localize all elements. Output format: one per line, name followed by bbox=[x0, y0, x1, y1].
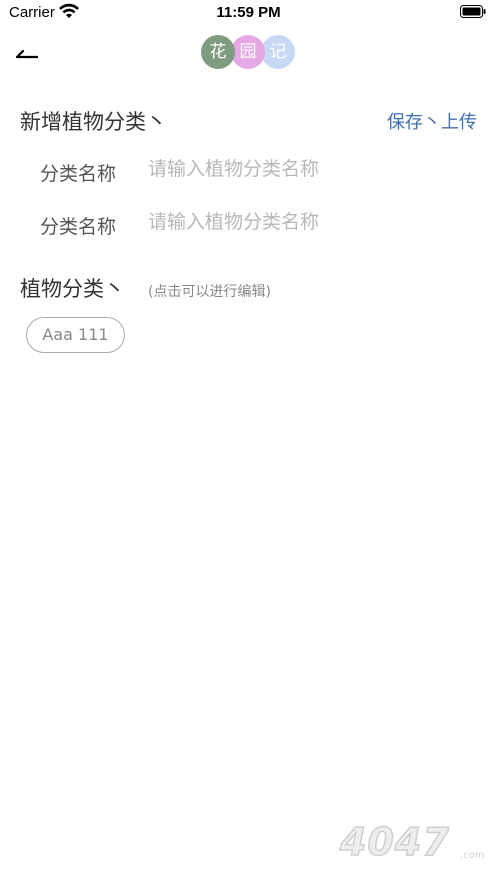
nav-bar: 记 园 花 bbox=[0, 30, 497, 76]
watermark-suffix: .com bbox=[460, 850, 485, 861]
edit-hint: (点击可以进行编辑) bbox=[148, 284, 271, 300]
battery-icon bbox=[460, 5, 486, 18]
watermark-text: 4047 bbox=[339, 819, 450, 865]
category-name-input[interactable] bbox=[148, 211, 448, 233]
category-name-input[interactable] bbox=[148, 158, 448, 180]
category-name-label: 分类名称 bbox=[40, 163, 117, 185]
logo-char: 园 bbox=[231, 35, 265, 69]
back-arrow-icon[interactable] bbox=[12, 38, 44, 66]
category-chip[interactable]: Aaa 111 bbox=[26, 317, 125, 353]
save-upload-button[interactable]: 保存丶上传 bbox=[387, 108, 477, 134]
new-category-title: 新增植物分类丶 bbox=[20, 110, 167, 134]
category-name-label: 分类名称 bbox=[40, 216, 117, 238]
logo-char: 花 bbox=[201, 35, 235, 69]
app-logo: 记 园 花 bbox=[201, 35, 297, 71]
status-bar: Carrier 11:59 PM bbox=[0, 0, 497, 26]
logo-char: 记 bbox=[261, 35, 295, 69]
plant-categories-title: 植物分类丶 bbox=[20, 277, 125, 301]
watermark: 4047 .com bbox=[339, 819, 490, 870]
clock: 11:59 PM bbox=[216, 4, 281, 21]
